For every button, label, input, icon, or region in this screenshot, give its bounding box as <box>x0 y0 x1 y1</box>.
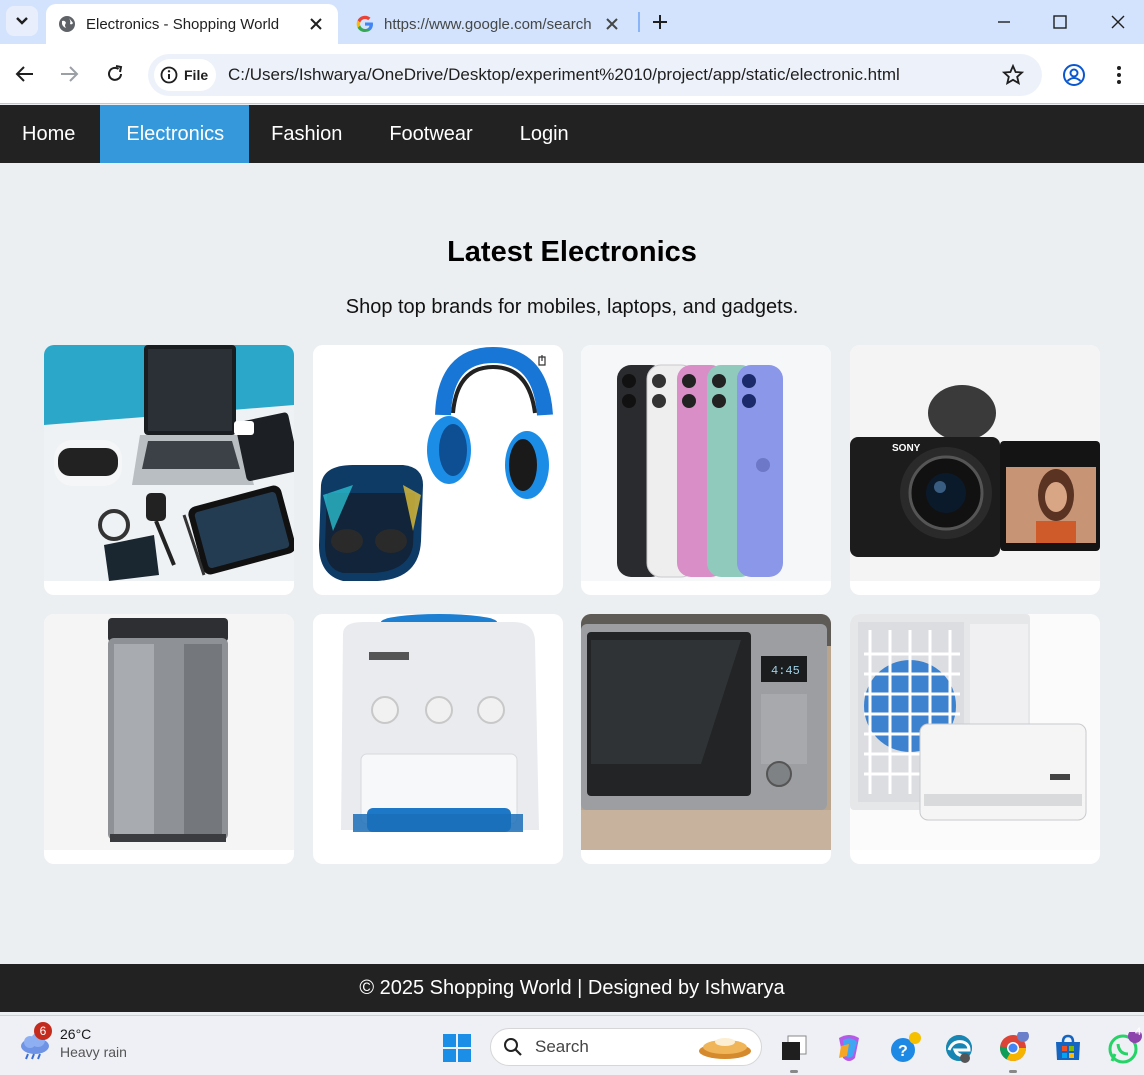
tab-electronics[interactable]: Electronics - Shopping World <box>46 4 338 44</box>
help-icon: ? <box>891 1032 921 1062</box>
close-tab-icon[interactable] <box>602 14 622 34</box>
more-vert-icon <box>1117 66 1121 84</box>
close-tab-icon[interactable] <box>306 14 326 34</box>
smartphones-image <box>581 345 831 581</box>
svg-text:?: ? <box>898 1043 908 1060</box>
info-icon <box>160 66 178 84</box>
edge-button[interactable] <box>943 1032 975 1064</box>
url-text[interactable]: C:/Users/Ishwarya/OneDrive/Desktop/exper… <box>228 65 900 85</box>
windows-taskbar: 6 26°C Heavy rain Search ? 4 <box>0 1015 1144 1075</box>
minimize-button[interactable] <box>990 8 1018 36</box>
back-button[interactable] <box>11 60 39 88</box>
product-card-smartphones[interactable] <box>581 345 831 595</box>
page-subtitle: Shop top brands for mobiles, laptops, an… <box>345 296 799 318</box>
nav-home[interactable]: Home <box>0 105 100 163</box>
tab-title: https://www.google.com/search <box>384 15 592 33</box>
tab-title: Electronics - Shopping World <box>86 15 280 33</box>
taskbar-search[interactable]: Search <box>490 1028 762 1066</box>
nav-footwear[interactable]: Footwear <box>367 105 497 163</box>
laptop-gadgets-image <box>44 345 294 581</box>
close-window-button[interactable] <box>1104 8 1132 36</box>
weather-widget[interactable]: 6 26°C Heavy rain <box>18 1022 127 1060</box>
whatsapp-button[interactable]: 4 <box>1107 1026 1142 1064</box>
google-icon <box>356 15 374 33</box>
washing-machine-image <box>44 614 294 850</box>
maximize-button[interactable] <box>1046 8 1074 36</box>
copilot-icon <box>839 1035 859 1061</box>
security-chip-label: File <box>184 67 209 83</box>
product-card-microwave[interactable]: 4:45 <box>581 614 831 864</box>
browser-tab-strip: Electronics - Shopping World https://www… <box>0 0 1144 44</box>
bookmark-star-icon[interactable] <box>1001 63 1025 86</box>
profile-button[interactable] <box>1061 62 1087 88</box>
store-icon <box>1056 1034 1080 1060</box>
page-title: Latest Electronics <box>447 236 697 268</box>
minimize-icon <box>998 21 1010 23</box>
globe-icon <box>58 15 76 33</box>
forward-button[interactable] <box>55 60 83 88</box>
close-icon <box>1111 15 1125 29</box>
product-card-air-conditioner[interactable] <box>850 614 1100 864</box>
reload-button[interactable] <box>101 60 129 88</box>
profile-icon <box>1063 64 1085 86</box>
water-dispenser-image <box>313 614 563 850</box>
nav-fashion[interactable]: Fashion <box>249 105 367 163</box>
task-view-icon <box>782 1035 807 1060</box>
copilot-button[interactable] <box>833 1032 865 1064</box>
chrome-icon <box>1000 1030 1029 1061</box>
tab-search-button[interactable] <box>6 6 38 36</box>
tab-separator <box>638 12 640 32</box>
product-card-laptop[interactable] <box>44 345 294 595</box>
nav-login[interactable]: Login <box>498 105 594 163</box>
chevron-down-icon <box>16 17 28 25</box>
weather-badge: 6 <box>34 1022 52 1040</box>
help-button[interactable]: ? <box>889 1032 921 1064</box>
new-tab-button[interactable] <box>648 10 672 34</box>
site-navbar: Home Electronics Fashion Footwear Login <box>0 105 1144 163</box>
maximize-icon <box>1053 15 1067 29</box>
arrow-left-icon <box>15 66 33 82</box>
site-info-chip[interactable]: File <box>154 59 216 91</box>
menu-button[interactable] <box>1106 62 1132 88</box>
product-card-water-dispenser[interactable] <box>313 614 563 864</box>
air-conditioner-image <box>850 614 1100 850</box>
site-footer: © 2025 Shopping World | Designed by Ishw… <box>0 964 1144 1012</box>
product-card-headphones[interactable] <box>313 345 563 595</box>
headphones-earbuds-image <box>313 345 563 581</box>
microwave-image: 4:45 <box>581 614 831 850</box>
browser-toolbar: File C:/Users/Ishwarya/OneDrive/Desktop/… <box>0 44 1144 104</box>
search-icon <box>504 1038 522 1056</box>
plus-icon <box>653 15 667 29</box>
svg-text:SONY: SONY <box>892 443 921 454</box>
windows-logo-icon <box>443 1034 471 1062</box>
weather-temp: 26°C <box>60 1026 92 1042</box>
rain-cloud-icon: 6 <box>18 1022 52 1060</box>
weather-condition: Heavy rain <box>60 1044 127 1060</box>
whatsapp-badge: 4 <box>1134 1026 1142 1038</box>
edge-icon <box>946 1035 972 1063</box>
product-card-camera[interactable]: SONY <box>850 345 1100 595</box>
taskbar-search-placeholder: Search <box>535 1037 589 1056</box>
task-view-button[interactable] <box>778 1032 810 1073</box>
tab-google-search[interactable]: https://www.google.com/search <box>346 4 636 44</box>
product-card-washing-machine[interactable] <box>44 614 294 864</box>
chrome-button[interactable] <box>997 1030 1029 1073</box>
arrow-right-icon <box>61 66 79 82</box>
svg-text:4:45: 4:45 <box>771 664 800 678</box>
store-button[interactable] <box>1052 1032 1084 1064</box>
camera-image: SONY <box>850 345 1100 581</box>
reload-icon <box>108 65 123 81</box>
address-bar[interactable]: File C:/Users/Ishwarya/OneDrive/Desktop/… <box>148 54 1042 96</box>
start-button[interactable] <box>441 1032 473 1064</box>
nav-electronics[interactable]: Electronics <box>100 105 250 163</box>
pie-doodle-icon <box>699 1038 751 1059</box>
